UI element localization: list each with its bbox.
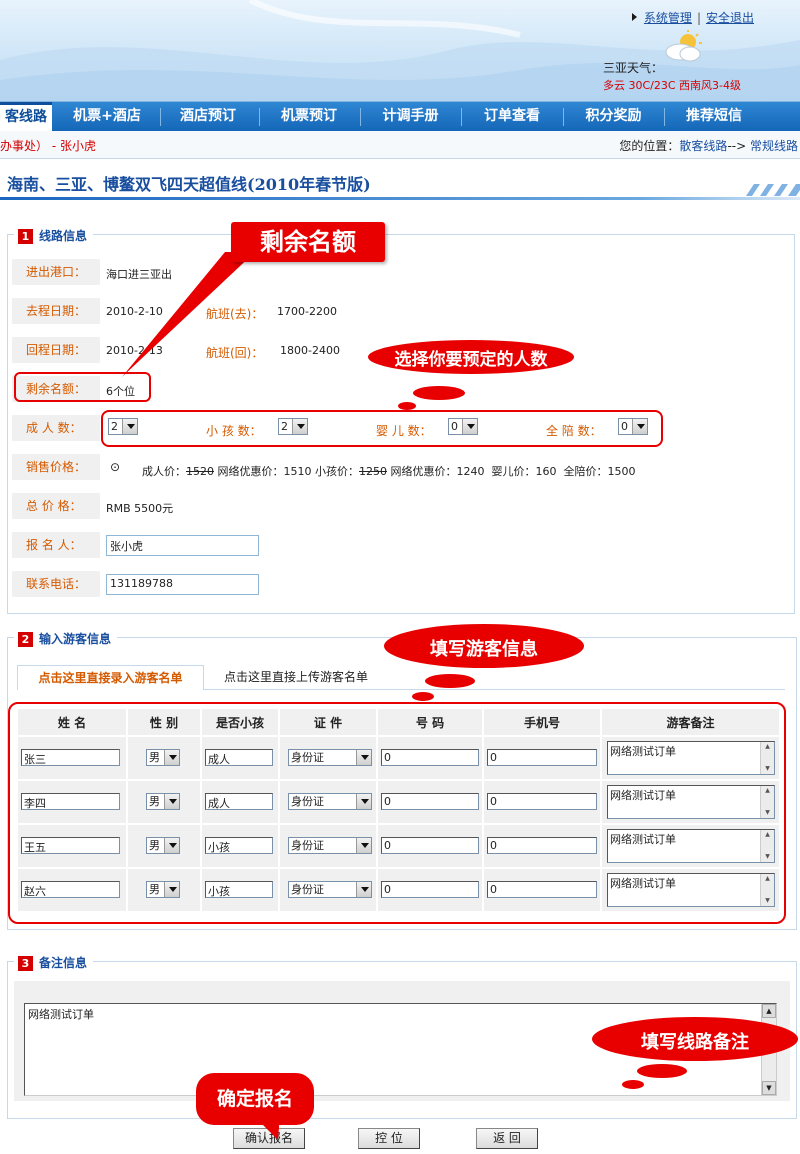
main-nav: 客线路 机票+酒店 酒店预订 机票预订 计调手册 订单查看 积分奖励 推荐短信: [0, 101, 800, 131]
page-title: 海南、三亚、博鳌双飞四天超值线(2010年春节版): [7, 175, 371, 194]
price-radio[interactable]: ⊙: [110, 460, 120, 474]
tab-upload-list[interactable]: 点击这里直接上传游客名单: [224, 668, 368, 685]
breadcrumb-bar: 办事处） - 张小虎 您的位置：散客线路--> 常规线路: [0, 131, 800, 159]
top-links: 系统管理 | 安全退出: [631, 9, 754, 26]
nav-item-tour-routes[interactable]: 客线路: [0, 102, 52, 131]
select-people-callout: 选择你要预定的人数: [394, 350, 548, 370]
nav-item-flight-hotel[interactable]: 机票+酒店: [54, 102, 160, 131]
link-separator: |: [696, 11, 701, 25]
price-adult-old: 1520: [186, 465, 214, 478]
weather-cloud-sun-icon: [665, 30, 702, 62]
breadcrumb-link-regular[interactable]: 常规线路: [750, 139, 798, 153]
total-price-value: RMB 5500元: [106, 502, 174, 515]
cloud-tail: [425, 674, 475, 688]
section-legend: 2 输入游客信息: [14, 630, 118, 647]
arrow-right-icon: [631, 13, 637, 21]
section-title: 线路信息: [39, 229, 88, 243]
guest-table-highlight: [8, 702, 786, 924]
back-button[interactable]: 返 回: [476, 1128, 538, 1149]
price-child-online: 网络优惠价：1240: [390, 465, 485, 478]
section-legend: 1 线路信息: [14, 227, 94, 244]
section-legend: 3 备注信息: [14, 954, 94, 971]
page-header: 系统管理 | 安全退出 三亚天气： 多云 30C/23C 西南风3-4级: [0, 0, 800, 101]
cloud-tail: [622, 1080, 644, 1089]
price-adult-label: 成人价：: [142, 465, 186, 478]
title-decoration: [746, 184, 800, 196]
confirm-callout: 确定报名: [196, 1073, 314, 1125]
flight-back-value: 1800-2400: [280, 344, 340, 357]
fill-note-callout: 填写线路备注: [641, 1032, 749, 1053]
nav-item-points-reward[interactable]: 积分奖励: [564, 102, 663, 131]
breadcrumb-prefix: 您的位置：: [619, 139, 680, 153]
tab-manual-entry[interactable]: 点击这里直接录入游客名单: [17, 665, 204, 690]
nav-item-planning-manual[interactable]: 计调手册: [361, 102, 460, 131]
remaining-callout-pointer: [122, 252, 255, 377]
section-title: 备注信息: [39, 956, 88, 970]
section-number: 1: [18, 229, 33, 244]
admin-link[interactable]: 系统管理: [644, 11, 692, 25]
return-date-label: 回程日期：: [12, 337, 100, 363]
breadcrumb-arrow: -->: [727, 139, 747, 153]
scroll-up-icon[interactable]: ▲: [762, 1004, 776, 1018]
section-number: 3: [18, 956, 33, 971]
applicant-input[interactable]: 张小虎: [106, 535, 259, 556]
title-underline: [0, 197, 800, 200]
breadcrumb: 您的位置：散客线路--> 常规线路: [619, 137, 798, 154]
tab-divider: [203, 689, 785, 690]
weather-info: 多云 30C/23C 西南风3-4级: [603, 79, 742, 92]
people-count-highlight: [101, 410, 663, 447]
hold-seats-button[interactable]: 控 位: [358, 1128, 420, 1149]
price-details: 成人价：1520 网络优惠价：1510 小孩价：1250 网络优惠价：1240 …: [142, 463, 636, 479]
price-adult-online: 网络优惠价：1510: [217, 465, 312, 478]
port-label: 进出港口：: [12, 259, 100, 285]
cloud-tail: [637, 1064, 687, 1078]
total-price-label: 总 价 格：: [12, 493, 100, 519]
section-number: 2: [18, 632, 33, 647]
breadcrumb-link-tours[interactable]: 散客线路: [679, 139, 727, 153]
phone-label: 联系电话：: [12, 571, 100, 597]
nav-item-flight-booking[interactable]: 机票预订: [260, 102, 358, 131]
nav-item-recommend-sms[interactable]: 推荐短信: [665, 102, 763, 131]
logout-link[interactable]: 安全退出: [706, 11, 754, 25]
price-infant: 婴儿价：160: [491, 465, 557, 478]
cloud-tail: [398, 402, 416, 410]
cloud-tail: [413, 386, 465, 400]
section-title: 输入游客信息: [39, 632, 112, 646]
weather-title: 三亚天气：: [603, 61, 664, 75]
price-child-old: 1250: [359, 465, 387, 478]
price-child-label: 小孩价：: [315, 465, 359, 478]
phone-input[interactable]: 131189788: [106, 574, 259, 595]
remaining-callout: 剩余名额: [231, 222, 385, 262]
fill-guests-callout: 填写游客信息: [430, 639, 538, 660]
adult-count-label: 成 人 数：: [12, 415, 100, 441]
flight-out-value: 1700-2200: [277, 305, 337, 318]
nav-item-hotel-booking[interactable]: 酒店预订: [161, 102, 255, 131]
user-office-label: 办事处） - 张小虎: [0, 139, 96, 153]
applicant-label: 报 名 人：: [12, 532, 100, 558]
scroll-down-icon[interactable]: ▼: [762, 1081, 776, 1095]
price-escort: 全陪价：1500: [563, 465, 636, 478]
depart-date-label: 去程日期：: [12, 298, 100, 324]
cloud-tail: [412, 692, 434, 701]
price-label: 销售价格：: [12, 454, 100, 480]
nav-item-order-view[interactable]: 订单查看: [462, 102, 562, 131]
